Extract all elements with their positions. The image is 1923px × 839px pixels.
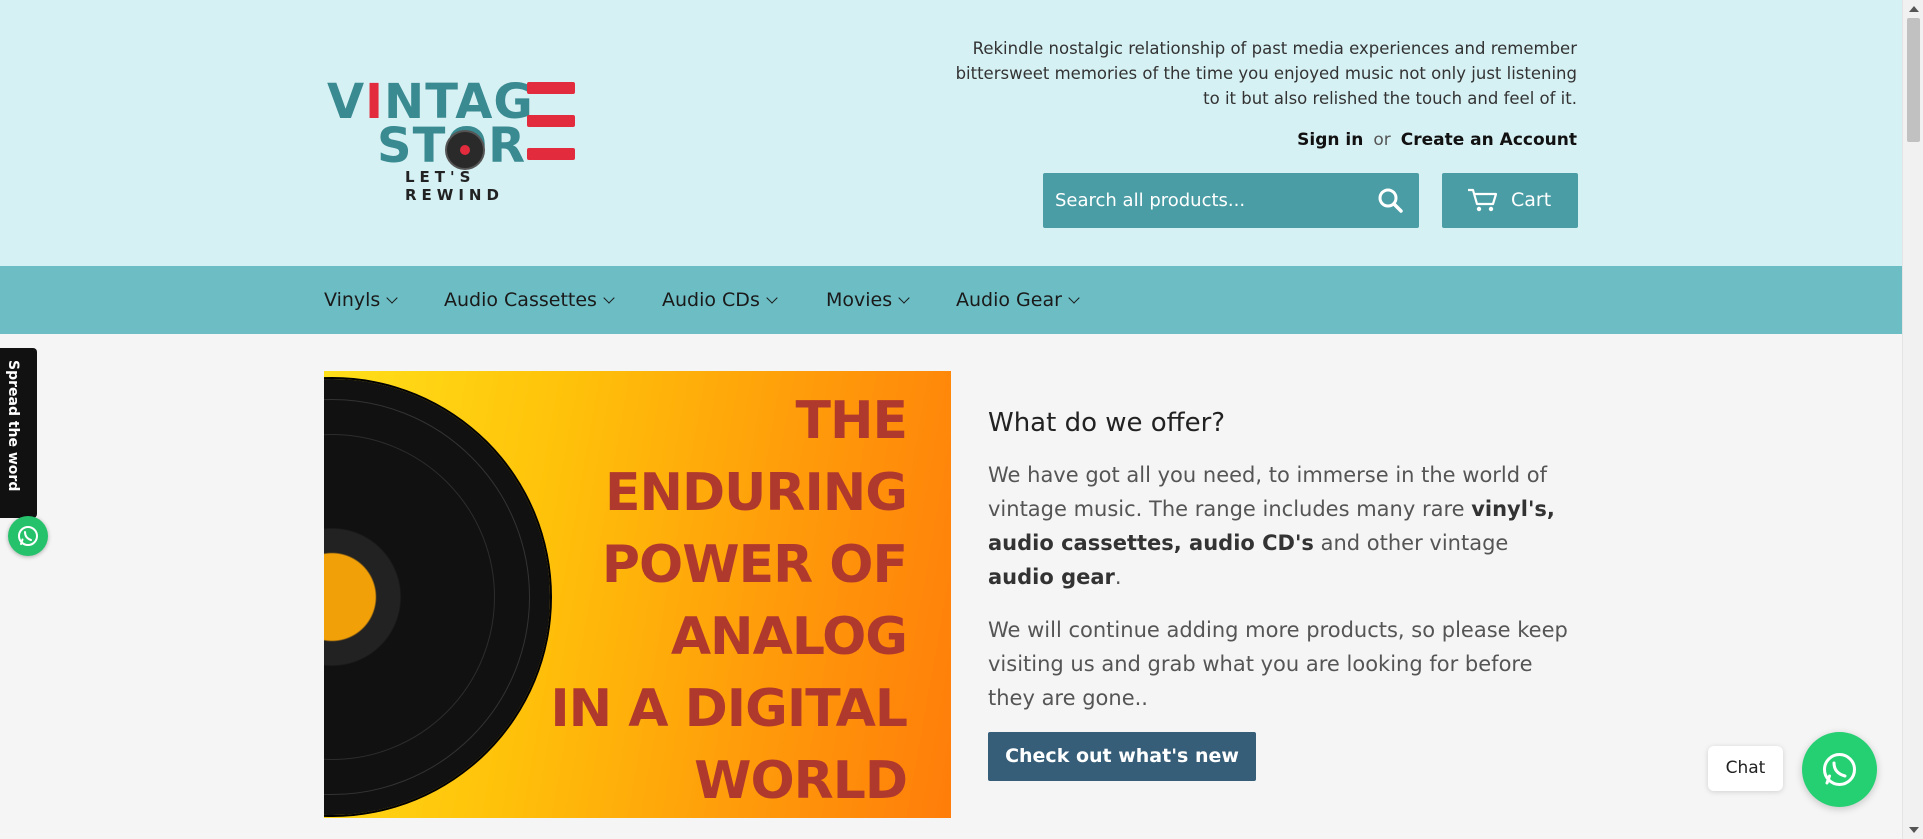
logo-tagline: LET'S REWIND (405, 168, 504, 204)
nav-item-audio-cassettes[interactable]: Audio Cassettes (444, 266, 615, 334)
chat-label-bubble[interactable]: Chat (1708, 746, 1783, 791)
whatsapp-icon (1823, 753, 1856, 786)
offer-text-bold: audio gear (988, 565, 1115, 589)
nav-label: Audio Gear (956, 289, 1062, 311)
scrollbar-thumb[interactable] (1907, 18, 1920, 142)
site-tagline: Rekindle nostalgic relationship of past … (955, 39, 1577, 108)
record-icon (445, 130, 485, 170)
chevron-down-icon (603, 292, 615, 304)
nav-label: Audio CDs (662, 289, 760, 311)
offer-paragraph-2: We will continue adding more products, s… (988, 618, 1568, 710)
whatsapp-share-button[interactable] (8, 516, 48, 556)
nav-label: Audio Cassettes (444, 289, 597, 311)
nav-item-movies[interactable]: Movies (826, 266, 910, 334)
cart-icon (1468, 188, 1498, 212)
offer-text: . (1114, 565, 1122, 589)
sign-in-link[interactable]: Sign in (1297, 130, 1363, 150)
offer-text: We have got all you need, to immerse in … (988, 463, 1548, 521)
page: VINTAG STOR LET'S REWIND Rekindle nostal… (0, 0, 1902, 839)
hero-line: THE (795, 391, 908, 451)
offer-paragraph-1: We have got all you need, to immerse in … (988, 458, 1568, 594)
search-input[interactable] (1043, 173, 1363, 228)
vinyl-record-graphic (324, 379, 550, 815)
account-links: Sign in or Create an Account (1297, 130, 1577, 150)
hero-line: WORLD (694, 751, 908, 811)
hero-image-text: THE ENDURING POWER OF ANALOG IN A DIGITA… (550, 385, 908, 817)
offer-section: What do we offer? We have got all you ne… (988, 408, 1568, 734)
search-button[interactable] (1373, 183, 1409, 219)
whatsapp-chat-button[interactable] (1802, 732, 1877, 807)
cart-button[interactable]: Cart (1442, 173, 1578, 228)
search-box (1043, 173, 1419, 228)
create-account-link[interactable]: Create an Account (1401, 130, 1577, 150)
logo[interactable]: VINTAG STOR LET'S REWIND (325, 76, 580, 204)
page-scrollbar[interactable] (1902, 0, 1923, 839)
hero-line: ENDURING (604, 463, 908, 523)
scroll-down-arrow-icon[interactable] (1909, 827, 1919, 833)
chevron-down-icon (386, 292, 398, 304)
chevron-down-icon (898, 292, 910, 304)
search-icon (1378, 188, 1403, 213)
main-nav: Vinyls Audio Cassettes Audio CDs Movies … (0, 266, 1902, 334)
spread-the-word-tab[interactable]: Spread the word (0, 348, 37, 518)
hero-line: POWER OF (601, 535, 908, 595)
nav-label: Vinyls (324, 289, 381, 311)
nav-label: Movies (826, 289, 893, 311)
check-out-whats-new-button[interactable]: Check out what's new (988, 732, 1256, 781)
hero-line: IN A DIGITAL (550, 679, 908, 739)
chevron-down-icon (766, 292, 778, 304)
cart-label: Cart (1511, 189, 1552, 211)
nav-item-audio-cds[interactable]: Audio CDs (662, 266, 778, 334)
offer-heading: What do we offer? (988, 408, 1226, 438)
chevron-down-icon (1068, 292, 1080, 304)
nav-item-vinyls[interactable]: Vinyls (324, 266, 398, 334)
whatsapp-icon (18, 526, 38, 546)
nav-item-audio-gear[interactable]: Audio Gear (956, 266, 1080, 334)
logo-e-bars (527, 82, 575, 160)
scroll-up-arrow-icon[interactable] (1909, 6, 1919, 12)
hero-line: ANALOG (670, 607, 908, 667)
hero-image: THE ENDURING POWER OF ANALOG IN A DIGITA… (324, 371, 951, 818)
offer-text: and other vintage (1313, 531, 1509, 555)
spread-the-word-label: Spread the word (5, 360, 21, 492)
site-header: VINTAG STOR LET'S REWIND Rekindle nostal… (0, 0, 1902, 266)
or-separator: or (1373, 130, 1391, 150)
